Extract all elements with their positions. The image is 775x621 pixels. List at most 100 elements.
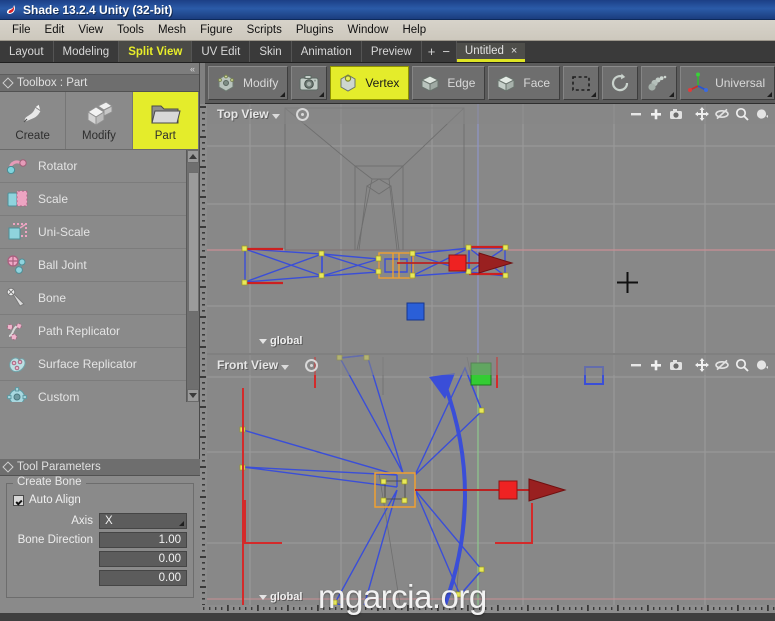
dropdown-corner-icon[interactable] bbox=[591, 92, 597, 97]
zoom-out-icon[interactable] bbox=[629, 358, 643, 372]
add-tab-button[interactable]: + bbox=[428, 44, 436, 59]
front-view-coord-text: global bbox=[270, 591, 303, 603]
view-target-icon[interactable] bbox=[295, 107, 309, 121]
panel-collapse-bar[interactable]: « bbox=[0, 63, 199, 75]
toolbox-mode-modify-label: Modify bbox=[82, 129, 116, 142]
tool-item-bone[interactable]: Bone bbox=[0, 282, 199, 315]
tab-preview[interactable]: Preview bbox=[362, 41, 422, 62]
scrollbar-thumb[interactable] bbox=[188, 172, 199, 312]
tool-item-uni-scale[interactable]: Uni-Scale bbox=[0, 216, 199, 249]
menu-figure[interactable]: Figure bbox=[193, 22, 240, 38]
bone-direction-x-field[interactable]: 1.00 bbox=[99, 532, 187, 548]
tool-parameters-header-label: Tool Parameters bbox=[17, 461, 101, 473]
zoom-in-icon[interactable] bbox=[649, 358, 663, 372]
axis-label: Axis bbox=[71, 515, 93, 527]
orbit-icon[interactable] bbox=[715, 358, 729, 372]
zoom-in-icon[interactable] bbox=[649, 107, 663, 121]
universal-manipulator-button[interactable]: Universal bbox=[680, 66, 775, 100]
bone-direction-y-field[interactable]: 0.00 bbox=[99, 551, 187, 567]
auto-align-checkbox[interactable] bbox=[13, 494, 24, 506]
eye-icon[interactable] bbox=[755, 107, 769, 121]
eye-icon[interactable] bbox=[755, 358, 769, 372]
tool-item-path-replicator[interactable]: Path Replicator bbox=[0, 315, 199, 348]
menu-scripts[interactable]: Scripts bbox=[240, 22, 289, 38]
tab-modeling[interactable]: Modeling bbox=[54, 41, 120, 62]
selected-root-bone bbox=[378, 252, 414, 279]
toolbox-mode-part[interactable]: Part bbox=[132, 92, 199, 149]
pan-icon[interactable] bbox=[695, 358, 709, 372]
panel-handle-icon[interactable] bbox=[2, 77, 14, 89]
close-icon[interactable]: × bbox=[511, 45, 517, 57]
menu-tools[interactable]: Tools bbox=[110, 22, 151, 38]
menu-help[interactable]: Help bbox=[395, 22, 433, 38]
dropdown-corner-icon[interactable] bbox=[669, 92, 675, 97]
z-translate-handle bbox=[406, 302, 425, 321]
scroll-up-button[interactable] bbox=[187, 150, 199, 163]
folder-icon bbox=[148, 100, 182, 128]
menu-plugins[interactable]: Plugins bbox=[289, 22, 341, 38]
camera-icon[interactable] bbox=[669, 107, 683, 121]
vertex-mode-button[interactable]: Vertex bbox=[330, 66, 410, 100]
tab-skin[interactable]: Skin bbox=[250, 41, 292, 62]
edge-mode-button[interactable]: Edge bbox=[412, 66, 486, 100]
vertical-ruler[interactable] bbox=[200, 104, 207, 621]
orbit-icon[interactable] bbox=[715, 107, 729, 121]
pan-icon[interactable] bbox=[695, 107, 709, 121]
dropdown-corner-icon[interactable] bbox=[319, 92, 325, 97]
menu-file[interactable]: File bbox=[5, 22, 38, 38]
face-mode-button[interactable]: Face bbox=[488, 66, 561, 100]
toolbox-mode-create[interactable]: Create bbox=[0, 92, 67, 149]
bone-direction-z-field[interactable]: 0.00 bbox=[99, 570, 187, 586]
tab-split-view[interactable]: Split View bbox=[119, 41, 193, 62]
tool-item-custom[interactable]: Custom bbox=[0, 381, 199, 402]
menu-mesh[interactable]: Mesh bbox=[151, 22, 193, 38]
scroll-down-button[interactable] bbox=[187, 389, 199, 402]
dropdown-corner-icon[interactable] bbox=[280, 92, 286, 97]
tool-item-label: Ball Joint bbox=[38, 258, 87, 272]
tool-item-surface-replicator[interactable]: Surface Replicator bbox=[0, 348, 199, 381]
universal-manipulator-label: Universal bbox=[715, 76, 766, 90]
modify-mode-button[interactable]: Modify bbox=[208, 66, 289, 100]
front-view-coord-label[interactable]: global bbox=[259, 591, 302, 603]
rotate-button[interactable] bbox=[602, 66, 639, 100]
tab-animation[interactable]: Animation bbox=[292, 41, 362, 62]
chevron-down-icon[interactable] bbox=[271, 113, 280, 119]
magnifier-icon[interactable] bbox=[735, 358, 749, 372]
top-view-coord-label[interactable]: global bbox=[259, 335, 302, 347]
zoom-out-icon[interactable] bbox=[629, 107, 643, 121]
document-tab-untitled[interactable]: Untitled × bbox=[456, 43, 526, 62]
toolbox-scrollbar[interactable] bbox=[186, 150, 199, 402]
panel-handle-icon[interactable] bbox=[2, 461, 14, 473]
front-view-name[interactable]: Front View bbox=[207, 358, 278, 372]
tab-layout[interactable]: Layout bbox=[0, 41, 54, 62]
marquee-select-button[interactable] bbox=[563, 66, 600, 100]
camera-icon bbox=[298, 72, 320, 94]
chevron-down-icon[interactable] bbox=[281, 364, 290, 370]
horizontal-ruler[interactable] bbox=[200, 605, 775, 613]
remove-tab-button[interactable]: − bbox=[442, 44, 450, 59]
surface-replicator-icon bbox=[6, 353, 30, 375]
magnifier-icon[interactable] bbox=[735, 107, 749, 121]
axis-select[interactable]: X bbox=[99, 513, 187, 529]
tool-item-ball-joint[interactable]: Ball Joint bbox=[0, 249, 199, 282]
view-target-icon[interactable] bbox=[305, 358, 319, 372]
bead-chain-button[interactable] bbox=[641, 66, 678, 100]
collapse-left-icon[interactable]: « bbox=[190, 64, 195, 74]
menu-view[interactable]: View bbox=[71, 22, 110, 38]
viewport-top-view[interactable]: Top View global bbox=[207, 104, 775, 353]
tool-item-rotator[interactable]: Rotator bbox=[0, 150, 199, 183]
dropdown-corner-icon[interactable] bbox=[767, 92, 773, 97]
bone-direction-x-row: Bone Direction 1.00 bbox=[13, 532, 187, 548]
tool-item-scale[interactable]: Scale bbox=[0, 183, 199, 216]
toolbox-mode-modify[interactable]: Modify bbox=[66, 92, 133, 149]
menu-window[interactable]: Window bbox=[341, 22, 396, 38]
axis-row: Axis X bbox=[13, 513, 187, 529]
viewport-front-view[interactable]: Front View global bbox=[207, 355, 775, 621]
menu-edit[interactable]: Edit bbox=[38, 22, 72, 38]
auto-align-row[interactable]: Auto Align bbox=[13, 494, 187, 506]
camera-icon[interactable] bbox=[669, 358, 683, 372]
camera-button[interactable] bbox=[291, 66, 328, 100]
tab-uv-edit[interactable]: UV Edit bbox=[192, 41, 251, 62]
face-cube-icon bbox=[495, 72, 517, 94]
top-view-name[interactable]: Top View bbox=[207, 107, 269, 121]
